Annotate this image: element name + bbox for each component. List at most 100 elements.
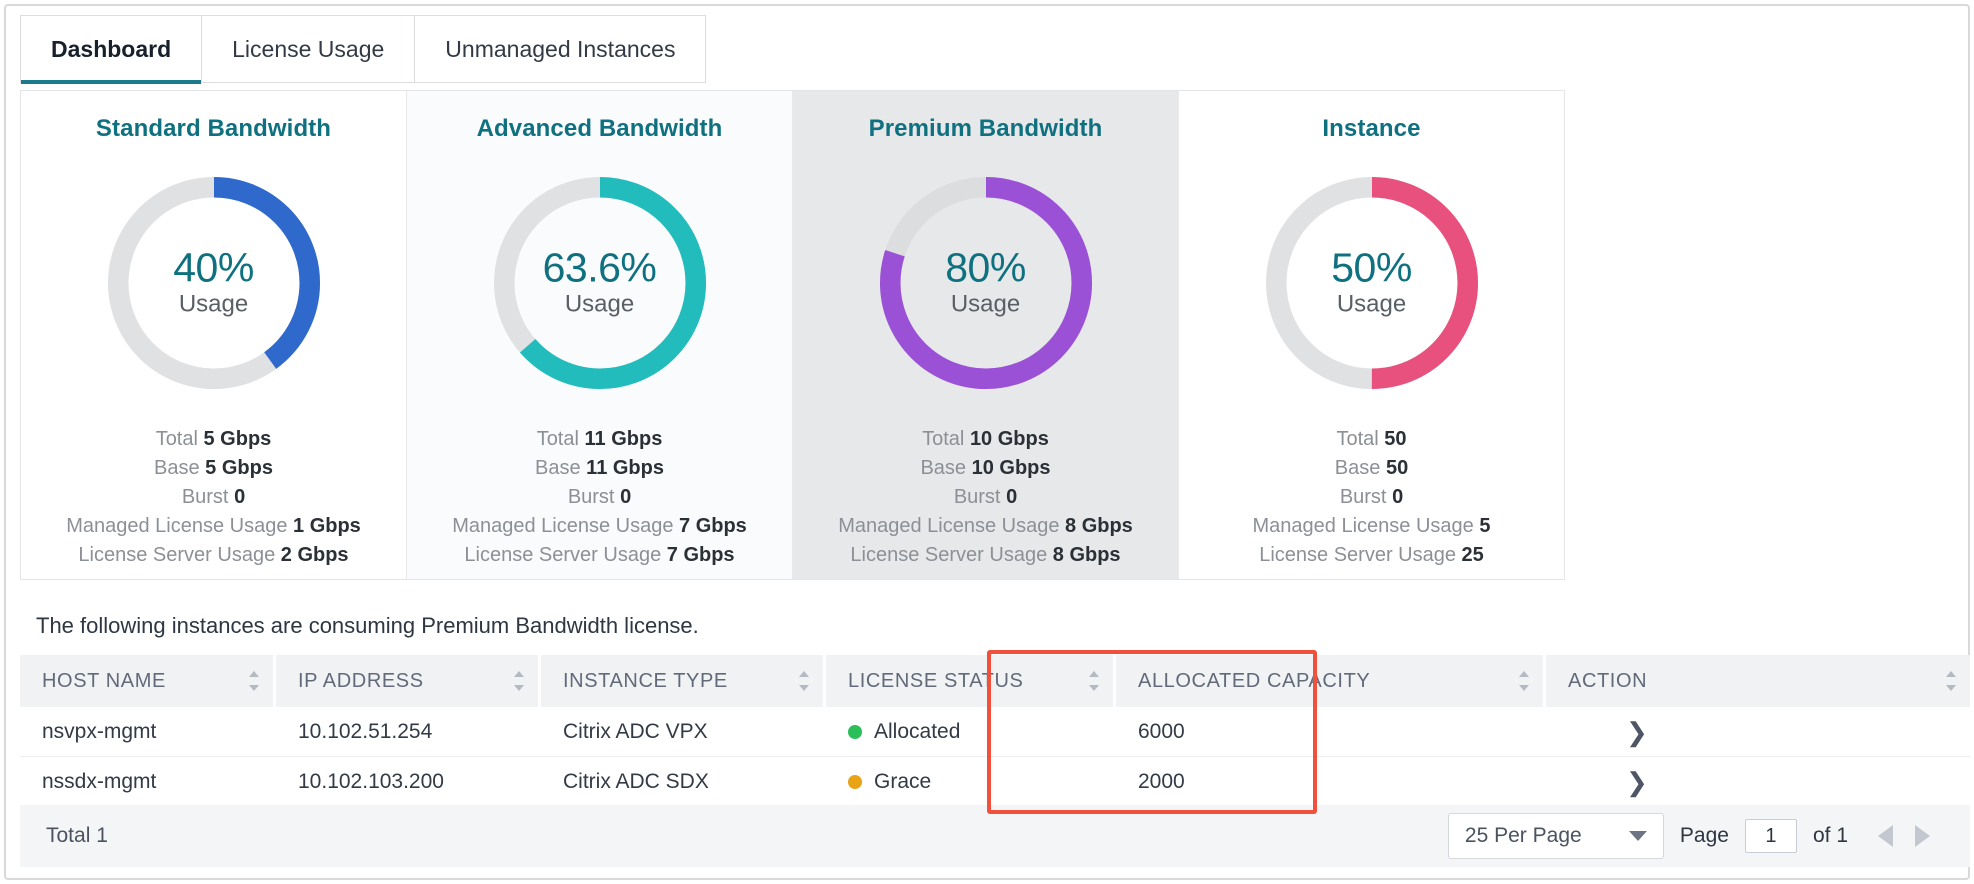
total-count: Total 1 (46, 824, 108, 848)
donut-svg (879, 176, 1092, 390)
donut-chart-instance: 50% Usage (1258, 169, 1486, 397)
card-stats: Total 5 Gbps Base 5 Gbps Burst 0 Managed… (21, 425, 406, 570)
stat-label: Burst (1339, 486, 1387, 508)
tab-unmanaged-instances-label: Unmanaged Instances (445, 35, 676, 62)
stat-total: Total 11 Gbps (407, 425, 792, 454)
card-title: Advanced Bandwidth (476, 115, 723, 142)
card-premium-bandwidth[interactable]: Premium Bandwidth 80% Usage Total 10 Gbp… (793, 91, 1179, 579)
license-dashboard-page: Dashboard License Usage Unmanaged Instan… (0, 0, 1974, 884)
sort-icon[interactable] (1946, 671, 1956, 691)
column-header-label: ACTION (1568, 669, 1648, 692)
tab-dashboard-label: Dashboard (51, 36, 172, 62)
stat-label: Burst (953, 486, 1001, 508)
stat-license-server-usage: License Server Usage 8 Gbps (793, 541, 1178, 570)
stat-value: 25 (1461, 544, 1484, 566)
donut-svg (1265, 176, 1478, 390)
cell-instance-type: Citrix ADC SDX (563, 769, 709, 793)
stat-managed-license-usage: Managed License Usage 5 (1179, 512, 1564, 541)
stat-value: 50 (1385, 457, 1409, 479)
page-number-input[interactable] (1744, 819, 1797, 853)
cell-license-status: Allocated (826, 707, 1116, 756)
next-page-icon[interactable] (1915, 825, 1930, 847)
card-title: Instance (1322, 115, 1421, 142)
tab-bar: Dashboard License Usage Unmanaged Instan… (20, 15, 707, 84)
card-title: Standard Bandwidth (95, 115, 332, 142)
stat-total: Total 5 Gbps (21, 425, 406, 454)
card-instance[interactable]: Instance 50% Usage Total 50 Base 50 Burs… (1179, 91, 1564, 579)
stat-value: 8 Gbps (1065, 515, 1133, 537)
stat-label: Burst (567, 486, 615, 508)
sort-icon[interactable] (1089, 671, 1099, 691)
status-text: Grace (874, 769, 932, 793)
stat-label: Total (922, 428, 965, 450)
stat-label: Managed License Usage (452, 515, 674, 537)
stat-managed-license-usage: Managed License Usage 7 Gbps (407, 512, 792, 541)
stat-value: 10 Gbps (969, 428, 1049, 450)
stat-label: Base (535, 457, 581, 479)
chevron-right-icon[interactable]: ❯ (1626, 769, 1648, 795)
cell-host-name: nsvpx-mgmt (42, 719, 157, 743)
stat-value: 5 (1479, 515, 1491, 537)
stat-total: Total 10 Gbps (793, 425, 1178, 454)
card-advanced-bandwidth[interactable]: Advanced Bandwidth 63.6% Usage Total 11 … (407, 91, 793, 579)
tab-unmanaged-instances[interactable]: Unmanaged Instances (415, 15, 707, 83)
card-standard-bandwidth[interactable]: Standard Bandwidth 40% Usage Total 5 Gbp… (21, 91, 407, 579)
column-header-action[interactable]: ACTION (1546, 655, 1970, 707)
stat-value: 8 Gbps (1052, 544, 1121, 566)
stat-label: Base (920, 457, 967, 479)
column-header-ip-address[interactable]: IP ADDRESS (276, 655, 541, 707)
column-header-license-status[interactable]: LICENSE STATUS (826, 655, 1116, 707)
stat-value: 11 Gbps (584, 428, 663, 450)
stat-managed-license-usage: Managed License Usage 1 Gbps (21, 512, 406, 541)
donut-chart-advanced-bandwidth: 63.6% Usage (486, 169, 714, 397)
stat-license-server-usage: License Server Usage 7 Gbps (407, 541, 792, 570)
stat-value: 7 Gbps (666, 544, 735, 566)
stat-label: Managed License Usage (1252, 515, 1474, 537)
stat-license-server-usage: License Server Usage 2 Gbps (21, 541, 406, 570)
donut-svg (493, 176, 706, 390)
table-row[interactable]: nsvpx-mgmt 10.102.51.254 Citrix ADC VPX … (20, 707, 1970, 757)
donut-chart-standard-bandwidth: 40% Usage (100, 169, 328, 397)
page-of-label: of 1 (1812, 824, 1848, 847)
stat-license-server-usage: License Server Usage 25 (1179, 541, 1564, 570)
stat-base: Base 11 Gbps (407, 454, 792, 483)
stat-base: Base 50 (1179, 454, 1564, 483)
page-label: Page (1679, 824, 1729, 847)
stat-base: Base 5 Gbps (21, 454, 406, 483)
stat-burst: Burst 0 (1179, 483, 1564, 512)
chevron-right-icon[interactable]: ❯ (1626, 719, 1648, 745)
column-header-allocated-capacity[interactable]: ALLOCATED CAPACITY (1116, 655, 1546, 707)
sort-icon[interactable] (1519, 671, 1529, 691)
stat-label: Base (154, 457, 200, 479)
card-stats: Total 11 Gbps Base 11 Gbps Burst 0 Manag… (407, 425, 792, 570)
table-footer: Total 1 25 Per Page Page of 1 (20, 805, 1970, 867)
license-summary-cards: Standard Bandwidth 40% Usage Total 5 Gbp… (20, 90, 1565, 580)
status-dot-allocated (848, 724, 862, 739)
stat-label: License Server Usage (1259, 544, 1456, 566)
column-header-label: IP ADDRESS (298, 669, 424, 692)
sort-icon[interactable] (514, 671, 524, 691)
sort-icon[interactable] (249, 671, 259, 691)
column-header-label: LICENSE STATUS (848, 669, 1024, 692)
stat-base: Base 10 Gbps (793, 454, 1178, 483)
stat-value: 5 Gbps (203, 428, 272, 450)
stat-value: 11 Gbps (586, 457, 664, 479)
per-page-select[interactable]: 25 Per Page (1447, 813, 1664, 859)
page-nav-arrows (1878, 825, 1930, 847)
sort-icon[interactable] (799, 671, 809, 691)
table-row[interactable]: nssdx-mgmt 10.102.103.200 Citrix ADC SDX… (20, 757, 1970, 807)
stat-managed-license-usage: Managed License Usage 8 Gbps (793, 512, 1178, 541)
cell-allocated-capacity: 2000 (1138, 769, 1185, 793)
tab-dashboard[interactable]: Dashboard (20, 15, 203, 84)
column-header-host-name[interactable]: HOST NAME (20, 655, 276, 707)
stat-burst: Burst 0 (793, 483, 1178, 512)
card-stats: Total 10 Gbps Base 10 Gbps Burst 0 Manag… (793, 425, 1178, 570)
previous-page-icon[interactable] (1878, 825, 1893, 847)
stat-label: Burst (181, 486, 229, 508)
cell-ip-address: 10.102.103.200 (298, 769, 444, 793)
cell-action: ❯ (1546, 757, 1970, 806)
donut-chart-premium-bandwidth: 80% Usage (872, 169, 1100, 397)
column-header-instance-type[interactable]: INSTANCE TYPE (541, 655, 826, 707)
stat-label: Total (1336, 428, 1379, 450)
tab-license-usage[interactable]: License Usage (202, 15, 416, 83)
